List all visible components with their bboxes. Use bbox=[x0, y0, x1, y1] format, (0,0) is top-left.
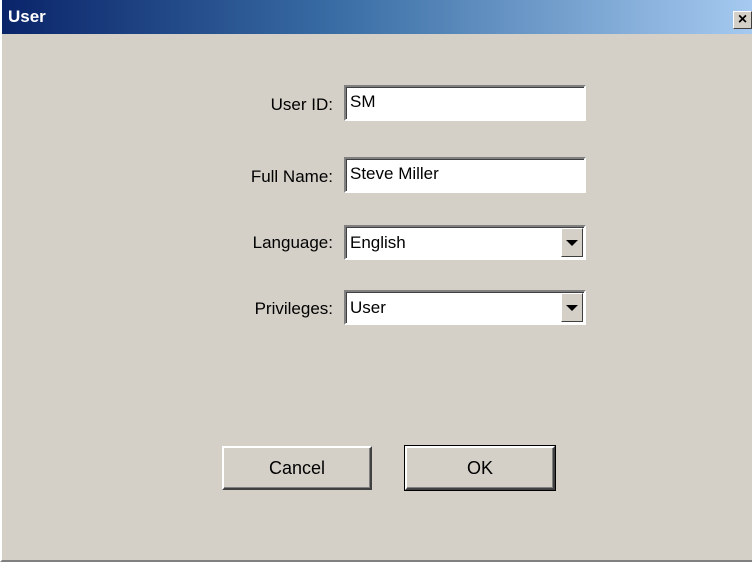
language-select[interactable]: English bbox=[344, 225, 586, 260]
privileges-select[interactable]: User bbox=[344, 290, 586, 325]
user-id-label: User ID: bbox=[270, 95, 333, 114]
language-value: English bbox=[350, 233, 406, 252]
cancel-button[interactable]: Cancel bbox=[222, 446, 372, 490]
title-bar[interactable]: User × bbox=[2, 0, 752, 34]
user-id-input[interactable]: SM bbox=[344, 85, 586, 121]
user-dialog: User × User ID: SM Full Name: Steve Mill… bbox=[0, 0, 752, 562]
full-name-label: Full Name: bbox=[250, 167, 333, 186]
language-dropdown-button[interactable] bbox=[561, 228, 583, 257]
ok-button-label: OK bbox=[466, 457, 493, 478]
privileges-dropdown-button[interactable] bbox=[561, 293, 583, 322]
window-title: User bbox=[8, 7, 46, 26]
full-name-input[interactable]: Steve Miller bbox=[344, 157, 586, 193]
chevron-down-icon bbox=[566, 239, 578, 246]
privileges-label: Privileges: bbox=[254, 299, 333, 318]
ok-button[interactable]: OK bbox=[404, 445, 556, 491]
chevron-down-icon bbox=[566, 304, 578, 311]
language-label: Language: bbox=[252, 233, 333, 252]
close-button[interactable]: × bbox=[733, 11, 752, 29]
close-icon: × bbox=[737, 11, 748, 28]
privileges-value: User bbox=[350, 298, 386, 317]
cancel-button-label: Cancel bbox=[268, 457, 326, 478]
